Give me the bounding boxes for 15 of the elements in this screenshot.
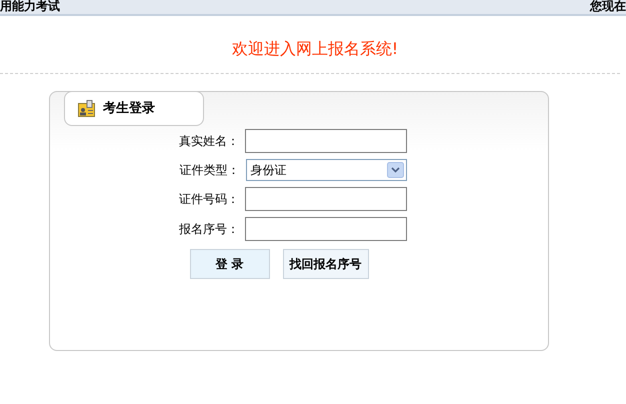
welcome-heading: 欢迎进入网上报名系统! [230, 38, 398, 60]
select-field[interactable]: 身份证 [246, 159, 406, 181]
id-card-icon [78, 100, 95, 117]
field-label: 证件号码： [178, 191, 239, 208]
location-text: 您现在 [590, 0, 626, 14]
recover-button[interactable]: 找回报名序号 [282, 249, 368, 279]
text-input[interactable] [245, 217, 407, 241]
panel-title: 考生登录 [103, 100, 155, 118]
text-input[interactable] [245, 187, 407, 211]
site-title: 用能力考试 [0, 0, 60, 14]
field-label: 报名序号： [178, 221, 239, 238]
field-label: 真实姓名： [178, 133, 239, 150]
login-button[interactable]: 登 录 [190, 249, 270, 279]
text-input[interactable] [245, 129, 407, 153]
field-label: 证件类型： [178, 162, 240, 179]
